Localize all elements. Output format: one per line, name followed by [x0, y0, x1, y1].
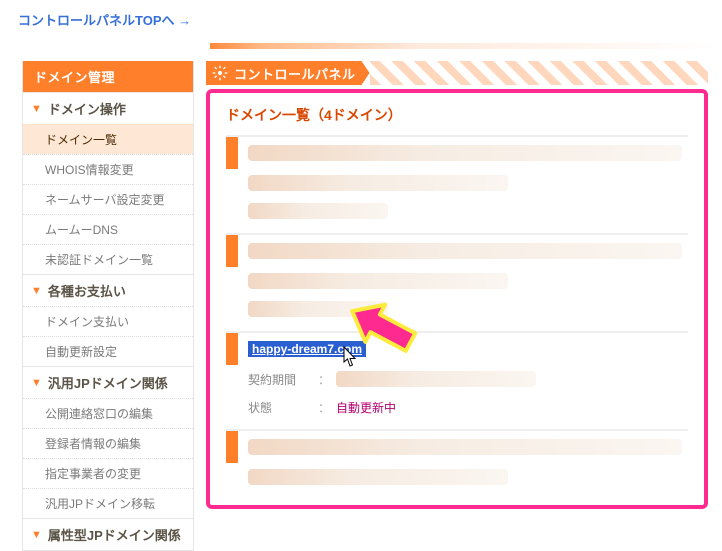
sidebar-section-head[interactable]: ▼ 属性型JPドメイン関係 [23, 518, 193, 550]
redacted-text [248, 145, 682, 161]
domain-block [226, 429, 688, 491]
sidebar-item-jp-transfer[interactable]: 汎用JPドメイン移転 [23, 488, 193, 518]
sidebar-section-label: ドメイン操作 [48, 99, 126, 118]
domain-tab-icon [226, 431, 238, 463]
detail-label-period: 契約期間 [248, 371, 318, 388]
sidebar-item-registrant-edit[interactable]: 登録者情報の編集 [23, 428, 193, 458]
sidebar-item-unverified[interactable]: 未認証ドメイン一覧 [23, 244, 193, 274]
sidebar-title: ドメイン管理 [23, 61, 193, 92]
main: コントロールパネル ドメイン一覧（4ドメイン） [206, 61, 722, 509]
redacted-text [336, 371, 536, 387]
sidebar-section-head[interactable]: ▼ ドメイン操作 [23, 92, 193, 124]
redacted-text [248, 203, 388, 219]
sidebar-item-nameserver[interactable]: ネームサーバ設定変更 [23, 184, 193, 214]
sidebar-section-label: 各種お支払い [48, 281, 126, 300]
domain-block-active: happy-dream7.com 契約期間 ： 状態 ： 自動更新中 [226, 331, 688, 421]
detail-label-status: 状態 [248, 399, 318, 416]
redacted-text [248, 273, 508, 289]
sidebar-item-agent-change[interactable]: 指定事業者の変更 [23, 458, 193, 488]
sidebar-item-payment[interactable]: ドメイン支払い [23, 306, 193, 336]
domain-tab-icon [226, 137, 238, 169]
domain-block [226, 135, 688, 225]
sidebar-item-contact-edit[interactable]: 公開連絡窓口の編集 [23, 398, 193, 428]
redacted-text [248, 301, 388, 317]
cp-titlebar: コントロールパネル [206, 61, 708, 85]
domain-list-heading: ドメイン一覧（4ドメイン） [226, 105, 688, 125]
cp-title: コントロールパネル [234, 64, 356, 83]
sidebar-section-head[interactable]: ▼ 各種お支払い [23, 274, 193, 306]
sidebar-section-head[interactable]: ▼ 汎用JPドメイン関係 [23, 366, 193, 398]
redacted-text [248, 175, 508, 191]
sidebar-item-whois[interactable]: WHOIS情報変更 [23, 154, 193, 184]
sidebar-item-muumuu-dns[interactable]: ムームーDNS [23, 214, 193, 244]
detail-value-status[interactable]: 自動更新中 [336, 399, 396, 416]
redacted-text [248, 243, 682, 259]
cp-title-pattern [370, 61, 708, 85]
sidebar: ドメイン管理 ▼ ドメイン操作 ドメイン一覧 WHOIS情報変更 ネームサーバ設… [22, 61, 194, 551]
domain-tab-icon [226, 333, 238, 365]
arrow-down-icon: ▼ [31, 529, 42, 541]
domain-block [226, 233, 688, 323]
sidebar-item-auto-renew[interactable]: 自動更新設定 [23, 336, 193, 366]
redacted-text [248, 469, 508, 485]
sidebar-section-label: 属性型JPドメイン関係 [48, 525, 181, 544]
cp-panel: ドメイン一覧（4ドメイン） [206, 89, 708, 509]
domain-name-link[interactable]: happy-dream7.com [248, 341, 366, 357]
arrow-down-icon: ▼ [31, 377, 42, 389]
arrow-down-icon: ▼ [31, 285, 42, 297]
sidebar-section-label: 汎用JPドメイン関係 [48, 373, 168, 392]
domain-tab-icon [226, 235, 238, 267]
sidebar-item-domain-list[interactable]: ドメイン一覧 [23, 124, 193, 154]
gear-icon [212, 65, 228, 81]
arrow-down-icon: ▼ [31, 103, 42, 115]
top-back-link[interactable]: コントロールパネルTOPへ [18, 13, 191, 28]
redacted-text [248, 439, 682, 455]
